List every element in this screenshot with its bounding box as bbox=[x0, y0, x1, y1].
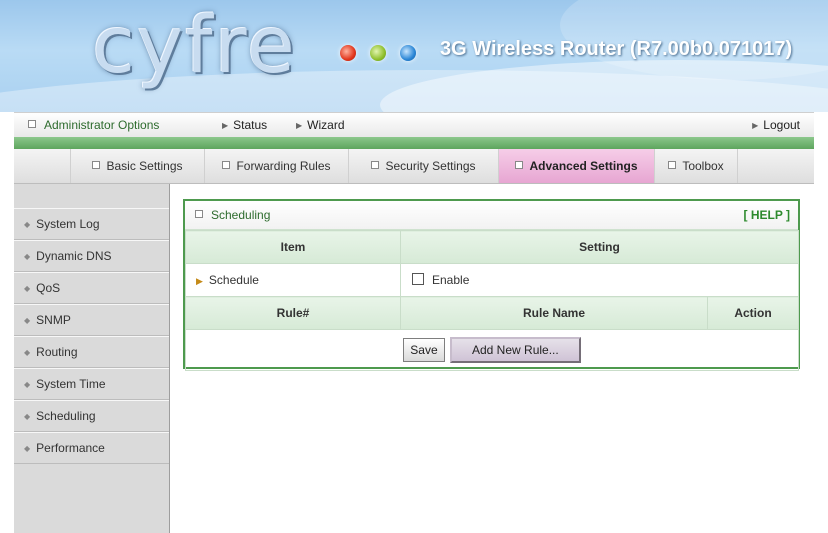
sidebar-item-snmp[interactable]: ◆ SNMP bbox=[14, 304, 169, 336]
schedule-setting-cell: Enable bbox=[399, 263, 800, 297]
bullet-icon: ◆ bbox=[24, 252, 31, 261]
sidebar-item-label: QoS bbox=[36, 281, 61, 295]
bullet-icon: ◆ bbox=[24, 444, 31, 453]
sidebar-item-label: Performance bbox=[36, 441, 105, 455]
bullet-icon: ◆ bbox=[24, 220, 31, 229]
tab-basic-settings[interactable]: Basic Settings bbox=[70, 149, 204, 183]
column-header-rule-number: Rule# bbox=[185, 296, 401, 330]
brand-logo: cyfre bbox=[92, 1, 297, 91]
column-header-action: Action bbox=[706, 296, 800, 330]
panel-header: Scheduling [ HELP ] bbox=[185, 201, 798, 230]
right-arrow-icon: ▶ bbox=[752, 121, 759, 130]
tab-label: Security Settings bbox=[385, 159, 476, 173]
panel-title-text: Scheduling bbox=[211, 208, 271, 222]
sidebar: ◆ System Log ◆ Dynamic DNS ◆ QoS ◆ SNMP ◆ Rou… bbox=[14, 184, 170, 533]
tab-label: Forwarding Rules bbox=[236, 159, 331, 173]
right-arrow-icon: ▶ bbox=[222, 121, 229, 130]
schedule-label: Schedule bbox=[208, 273, 259, 287]
wizard-link[interactable]: ▶ Wizard bbox=[296, 118, 345, 132]
square-bullet-icon bbox=[371, 161, 380, 169]
tab-label: Advanced Settings bbox=[529, 159, 638, 173]
square-bullet-icon bbox=[515, 161, 524, 169]
column-header-rule-name: Rule Name bbox=[400, 296, 708, 330]
status-link[interactable]: ▶ Status bbox=[222, 118, 267, 132]
right-arrow-icon: ▶ bbox=[196, 276, 203, 286]
sidebar-item-routing[interactable]: ◆ Routing bbox=[14, 336, 169, 368]
add-new-rule-button[interactable]: Add New Rule... bbox=[450, 337, 581, 363]
tab-toolbox[interactable]: Toolbox bbox=[654, 149, 738, 183]
sidebar-item-label: Routing bbox=[36, 345, 78, 359]
bullet-icon: ◆ bbox=[24, 412, 31, 421]
square-bullet-icon bbox=[28, 120, 36, 128]
sidebar-item-qos[interactable]: ◆ QoS bbox=[14, 272, 169, 304]
square-bullet-icon bbox=[195, 210, 203, 218]
sidebar-item-system-log[interactable]: ◆ System Log bbox=[14, 208, 169, 240]
schedule-row-label: ▶ Schedule bbox=[185, 263, 401, 297]
tab-advanced-settings[interactable]: Advanced Settings bbox=[498, 149, 654, 183]
square-bullet-icon bbox=[92, 161, 101, 169]
column-header-item: Item bbox=[185, 230, 401, 264]
square-bullet-icon bbox=[222, 161, 231, 169]
bullet-icon: ◆ bbox=[24, 284, 31, 293]
top-nav: Administrator Options ▶ Status ▶ Wizard ▶ L… bbox=[14, 112, 814, 137]
save-button[interactable]: Save bbox=[403, 338, 445, 362]
logout-link[interactable]: ▶ Logout bbox=[752, 118, 800, 132]
sidebar-item-label: SNMP bbox=[36, 313, 71, 327]
sidebar-item-label: System Time bbox=[36, 377, 106, 391]
bullet-icon: ◆ bbox=[24, 380, 31, 389]
status-label: Status bbox=[233, 118, 268, 132]
tab-label: Basic Settings bbox=[106, 159, 183, 173]
tab-security-settings[interactable]: Security Settings bbox=[348, 149, 498, 183]
button-row: Save Add New Rule... bbox=[184, 329, 800, 371]
scheduling-panel: Scheduling [ HELP ] Item Setting ▶ Schedu… bbox=[183, 199, 800, 371]
panel-title: Scheduling bbox=[195, 201, 270, 229]
main-tabs: Basic Settings Forwarding Rules Security… bbox=[14, 149, 814, 184]
help-link[interactable]: [ HELP ] bbox=[744, 201, 790, 229]
administrator-options-link[interactable]: Administrator Options bbox=[28, 118, 159, 132]
logout-label: Logout bbox=[763, 118, 800, 132]
blue-dot-icon bbox=[400, 45, 416, 61]
column-header-setting: Setting bbox=[399, 230, 800, 264]
banner-swoosh bbox=[380, 60, 828, 112]
enable-label: Enable bbox=[432, 273, 470, 287]
green-dot-icon bbox=[370, 45, 386, 61]
sidebar-item-performance[interactable]: ◆ Performance bbox=[14, 432, 169, 464]
tab-label: Toolbox bbox=[682, 159, 724, 173]
square-bullet-icon bbox=[668, 161, 677, 169]
product-title: 3G Wireless Router (R7.00b0.071017) bbox=[440, 38, 793, 60]
nav-divider-bar bbox=[14, 137, 814, 149]
scheduling-table: Item Setting ▶ Schedule Enable Rule# Rule… bbox=[184, 230, 800, 371]
sidebar-item-system-time[interactable]: ◆ System Time bbox=[14, 368, 169, 400]
sidebar-item-label: Scheduling bbox=[36, 409, 96, 423]
tab-forwarding-rules[interactable]: Forwarding Rules bbox=[204, 149, 348, 183]
enable-checkbox[interactable] bbox=[412, 273, 424, 285]
sidebar-item-label: Dynamic DNS bbox=[36, 249, 112, 263]
sidebar-item-scheduling[interactable]: ◆ Scheduling bbox=[14, 400, 169, 432]
bullet-icon: ◆ bbox=[24, 348, 31, 357]
sidebar-item-dynamic-dns[interactable]: ◆ Dynamic DNS bbox=[14, 240, 169, 272]
header-banner: cyfre 3G Wireless Router (R7.00b0.071017… bbox=[0, 0, 828, 112]
right-arrow-icon: ▶ bbox=[296, 121, 303, 130]
sidebar-item-label: System Log bbox=[36, 217, 100, 231]
administrator-options-label: Administrator Options bbox=[44, 118, 160, 132]
red-dot-icon bbox=[340, 45, 356, 61]
bullet-icon: ◆ bbox=[24, 316, 31, 325]
wizard-label: Wizard bbox=[307, 118, 345, 132]
